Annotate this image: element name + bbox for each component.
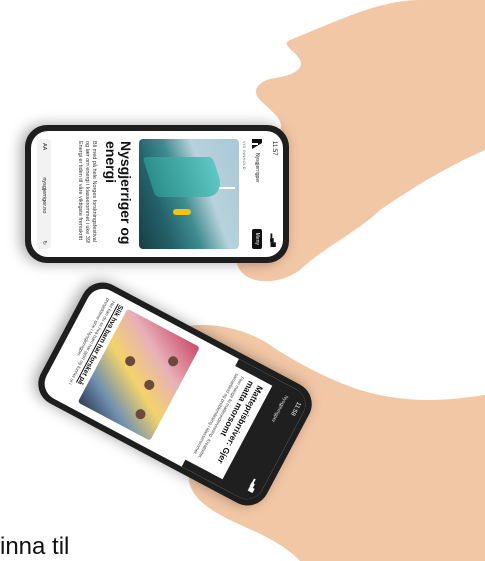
article-headline: Nysgjerriger og energi (103, 141, 134, 245)
text-size-button[interactable]: AA (41, 143, 47, 150)
site-brand: Nysgjerrigper (254, 153, 260, 183)
reload-icon[interactable]: ↻ (41, 240, 47, 245)
status-signal-2: ▂▄▆ (247, 478, 259, 494)
status-time-2: 11:58 (289, 400, 302, 417)
status-signal: ▂▄▆ (270, 233, 276, 247)
bottom-caption: inna til (0, 533, 70, 560)
person-head-shape (142, 378, 157, 392)
person-head-shape (133, 407, 148, 421)
status-bar: 11:57 ▂▄▆ (267, 141, 277, 247)
menu-button[interactable]: Meny (252, 228, 262, 249)
article-lead: Bli med på hele Norges forskningsfestiva… (77, 141, 97, 244)
person-head-shape (123, 354, 137, 368)
site-header: Nysgjerrigper Meny (249, 139, 265, 249)
nysgjerrigper-logo-icon (252, 139, 262, 149)
person-shape (173, 209, 191, 215)
breadcrumb[interactable]: VIS INNHOLD (242, 141, 247, 170)
scene: 11:57 ▂▄▆ Nysgjerrigper Meny VIS INNHOLD… (0, 0, 485, 561)
phone-top-screen: 11:57 ▂▄▆ Nysgjerrigper Meny VIS INNHOLD… (31, 131, 283, 257)
sail-shape (142, 157, 226, 197)
hero-image (139, 139, 239, 249)
address-url[interactable]: nysgjerriger.no (41, 177, 47, 213)
status-time: 11:57 (271, 141, 277, 156)
person-head-shape (166, 354, 180, 369)
phone-top: 11:57 ▂▄▆ Nysgjerrigper Meny VIS INNHOLD… (25, 125, 289, 263)
safari-address-bar[interactable]: AA nysgjerriger.no ↻ (37, 139, 51, 249)
